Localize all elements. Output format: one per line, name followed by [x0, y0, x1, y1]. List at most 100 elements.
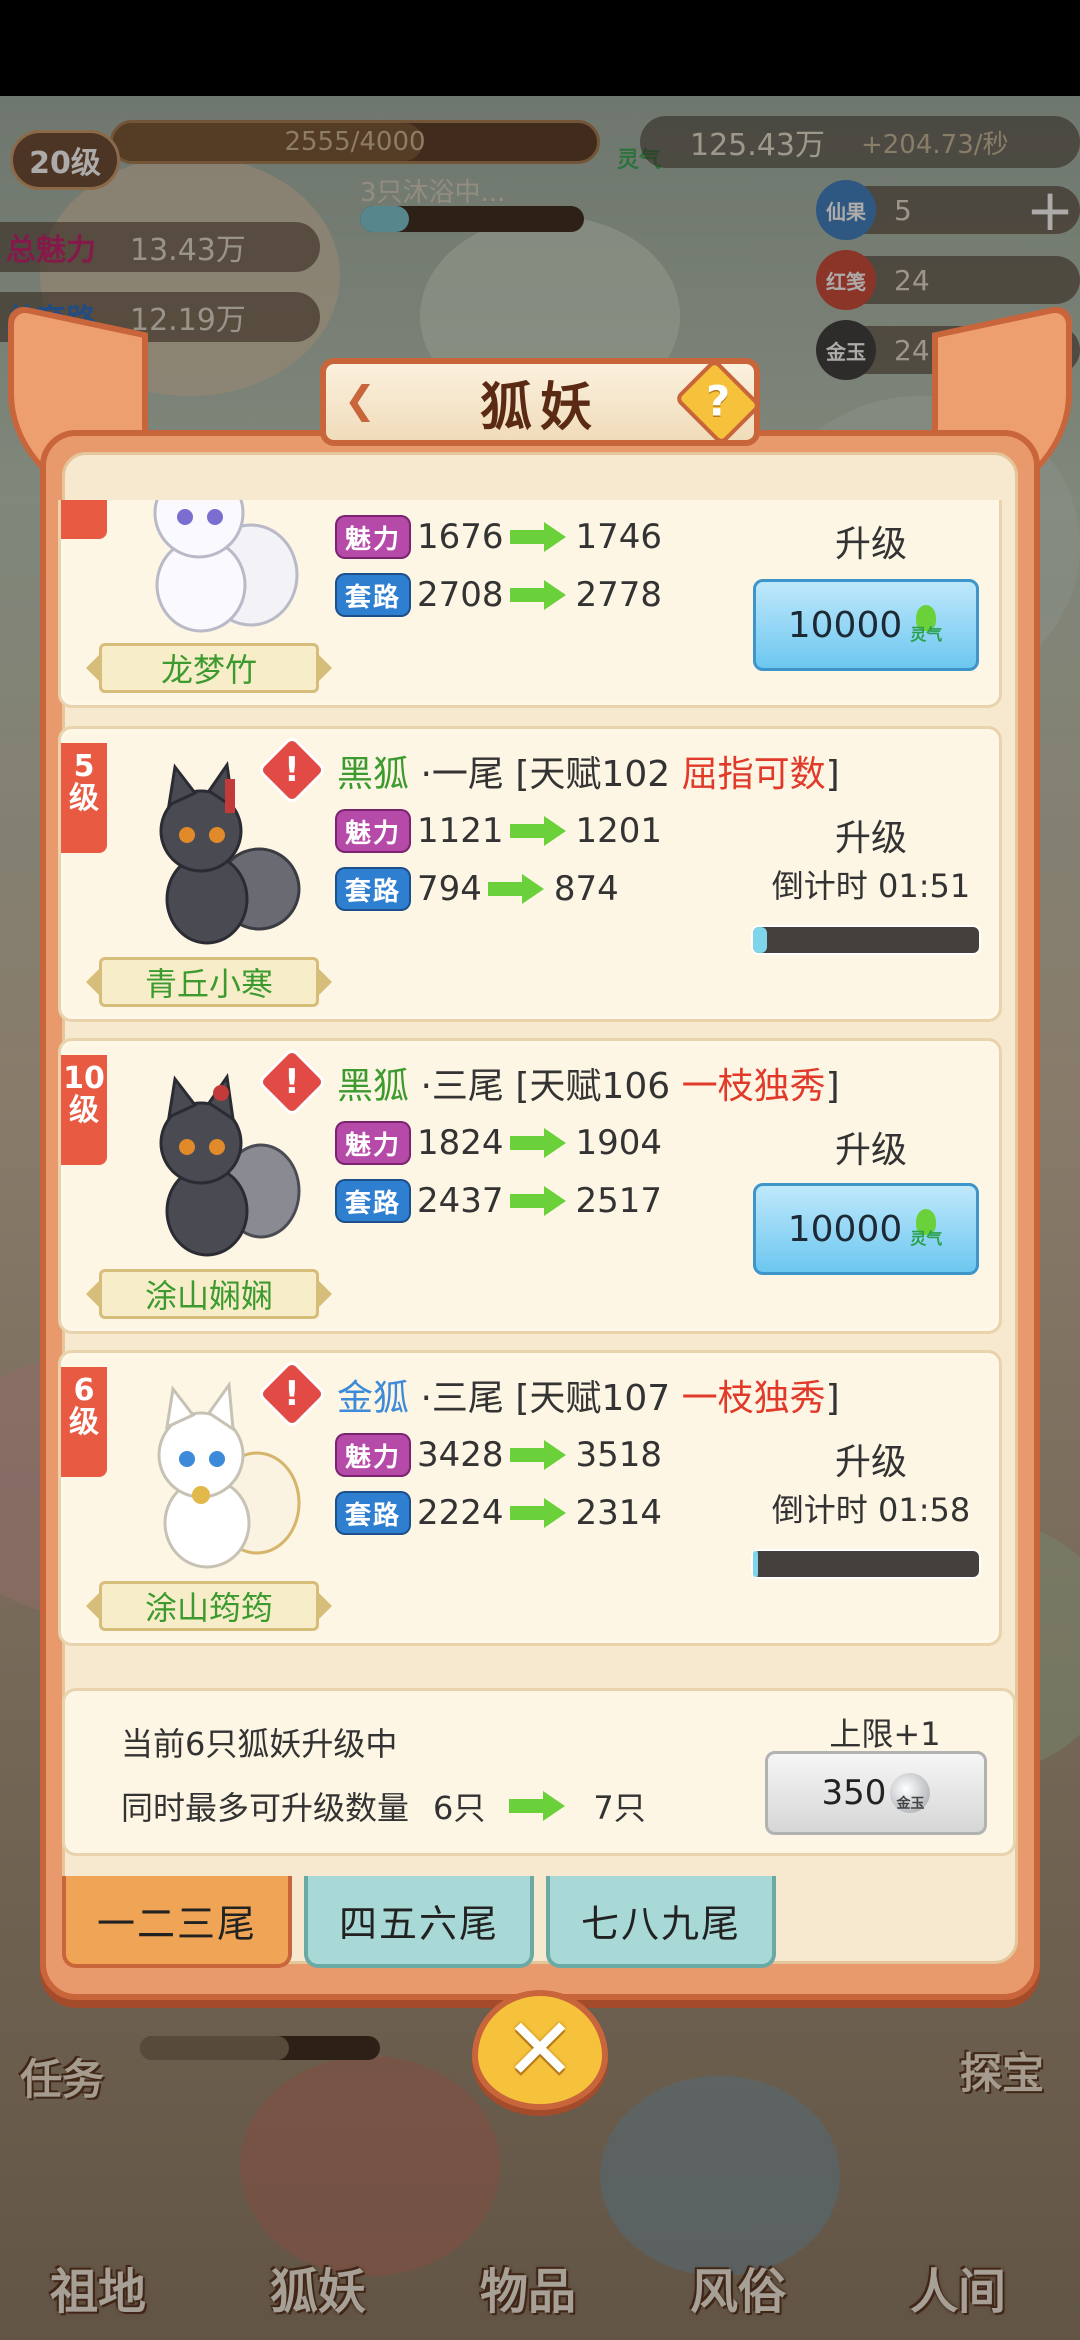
charm-badge: 魅力 [337, 1435, 409, 1475]
upgrade-label: 升级 [834, 1130, 907, 1171]
fox-list[interactable]: 级 龙梦竹 魅力 1676 1746 套路 2708 2778 升级 10000… [58, 500, 1004, 1670]
trick-row: 套路 2224 2314 [337, 1493, 662, 1533]
charm-row: 魅力 1824 1904 [337, 1123, 662, 1163]
talent-suffix: ] [825, 754, 840, 795]
upgrade-countdown: 倒计时 01:58 [771, 1491, 971, 1529]
trick-from: 2437 [417, 1181, 504, 1221]
charm-to: 3518 [575, 1435, 663, 1475]
fox-type: 金狐 [337, 1378, 410, 1419]
fox-name: 涂山娴娴 [86, 1269, 332, 1319]
talent-prefix: [天赋107 [515, 1378, 671, 1419]
arrow-right-icon [509, 1440, 570, 1470]
talent-suffix: ] [825, 1066, 840, 1107]
talent-prefix: [天赋102 [515, 754, 671, 795]
trick-to: 2517 [575, 1181, 663, 1221]
trick-badge: 套路 [337, 1493, 409, 1533]
cap-cost: 350 [821, 1773, 887, 1813]
close-icon: ✕ [503, 2000, 577, 2100]
fox-name: 龙梦竹 [86, 643, 332, 693]
fox-name: 青丘小寒 [86, 957, 332, 1007]
trick-row: 套路 2437 2517 [337, 1181, 662, 1221]
talent-prefix: [天赋106 [515, 1066, 671, 1107]
arrow-right-icon [509, 1791, 569, 1821]
level-ribbon: 5级 [61, 743, 107, 853]
talent-name: 一枝独秀 [681, 1066, 826, 1107]
max-slots-to: 7只 [593, 1789, 646, 1827]
fox-title: 黑狐 ·一尾 [天赋102 屈指可数] [337, 745, 840, 797]
upgrade-progress [751, 925, 981, 955]
talent-suffix: ] [825, 1378, 840, 1419]
fox-tails: ·三尾 [420, 1066, 504, 1107]
fox-tails: ·一尾 [420, 754, 504, 795]
charm-from: 1121 [417, 811, 504, 851]
dialog-title-text: 狐妖 [479, 377, 600, 438]
fox-type: 黑狐 [337, 1066, 410, 1107]
max-slots-row: 同时最多可升级数量 6只 7只 [121, 1783, 646, 1829]
close-button[interactable]: ✕ [472, 1990, 608, 2110]
trick-to: 2778 [575, 575, 663, 615]
tab-tails-1-3[interactable]: 一二三尾 [62, 1876, 292, 1968]
upgrade-label: 升级 [834, 818, 907, 859]
tab-tails-4-6[interactable]: 四五六尾 [304, 1876, 534, 1968]
fox-card: 级 龙梦竹 魅力 1676 1746 套路 2708 2778 升级 10000… [58, 500, 1002, 708]
talent-name: 一枝独秀 [681, 1378, 826, 1419]
trick-to: 874 [553, 869, 619, 909]
level-ribbon: 6级 [61, 1367, 107, 1477]
tab-tails-7-9[interactable]: 七八九尾 [546, 1876, 776, 1968]
title-left-ornament-icon: ❮ [344, 378, 384, 422]
charm-row: 魅力 3428 3518 [337, 1435, 662, 1475]
fox-card: 6级 涂山筠筠 ! 金狐 ·三尾 [天赋107 一枝独秀] 魅力 3428 35… [58, 1350, 1002, 1646]
lingqi-icon: 灵气 [908, 1209, 944, 1249]
trick-row: 套路 2708 2778 [337, 575, 662, 615]
charm-from: 1824 [417, 1123, 504, 1163]
max-slots-from: 6只 [433, 1789, 486, 1827]
upgrade-progress-fill [753, 1551, 758, 1577]
upgrade-cost-button[interactable]: 10000 灵气 [753, 1183, 979, 1275]
cap-increase-label: 上限+1 [829, 1715, 941, 1753]
jinyu-icon: 金玉 [890, 1773, 931, 1813]
fox-title: 金狐 ·三尾 [天赋107 一枝独秀] [337, 1369, 840, 1421]
charm-from: 3428 [417, 1435, 504, 1475]
upgrade-cost-button[interactable]: 10000 灵气 [753, 579, 979, 671]
fox-tails: ·三尾 [420, 1378, 504, 1419]
fox-name: 涂山筠筠 [86, 1581, 332, 1631]
charm-badge: 魅力 [337, 517, 409, 557]
arrow-right-icon [509, 1128, 570, 1158]
fox-type: 黑狐 [337, 754, 410, 795]
increase-cap-button[interactable]: 350 金玉 [765, 1751, 987, 1835]
status-bar [0, 0, 1080, 96]
charm-row: 魅力 1121 1201 [337, 811, 662, 851]
arrow-right-icon [509, 1498, 570, 1528]
arrow-right-icon [487, 874, 548, 904]
level-ribbon: 10级 [61, 1055, 107, 1165]
charm-row: 魅力 1676 1746 [337, 517, 662, 557]
trick-badge: 套路 [337, 869, 409, 909]
fox-card: 5级 青丘小寒 ! 黑狐 ·一尾 [天赋102 屈指可数] 魅力 1121 12… [58, 726, 1002, 1022]
charm-badge: 魅力 [337, 1123, 409, 1163]
fox-card: 10级 涂山娴娴 ! 黑狐 ·三尾 [天赋106 一枝独秀] 魅力 1824 1… [58, 1038, 1002, 1334]
charm-to: 1201 [575, 811, 663, 851]
trick-from: 2708 [417, 575, 504, 615]
trick-to: 2314 [575, 1493, 663, 1533]
lingqi-icon: 灵气 [908, 605, 944, 645]
fox-title: 黑狐 ·三尾 [天赋106 一枝独秀] [337, 1057, 840, 1109]
trick-from: 2224 [417, 1493, 504, 1533]
trick-badge: 套路 [337, 575, 409, 615]
arrow-right-icon [509, 816, 570, 846]
upgrade-progress-fill [753, 927, 767, 953]
upgrade-progress [751, 1549, 981, 1579]
trick-badge: 套路 [337, 1181, 409, 1221]
max-slots-label: 同时最多可升级数量 [121, 1789, 410, 1827]
trick-row: 套路 794 874 [337, 869, 619, 909]
arrow-right-icon [509, 1186, 570, 1216]
charm-from: 1676 [417, 517, 504, 557]
upgrade-countdown: 倒计时 01:51 [771, 867, 971, 905]
talent-name: 屈指可数 [681, 754, 826, 795]
upgrade-label: 升级 [834, 1442, 907, 1483]
arrow-right-icon [509, 522, 570, 552]
fox-portrait-white [153, 500, 299, 633]
cost-value: 10000 [787, 604, 903, 646]
arrow-right-icon [509, 580, 570, 610]
upgrade-slots-panel: 当前6只狐妖升级中 同时最多可升级数量 6只 7只 上限+1 350 金玉 [62, 1688, 1016, 1856]
charm-to: 1904 [575, 1123, 663, 1163]
